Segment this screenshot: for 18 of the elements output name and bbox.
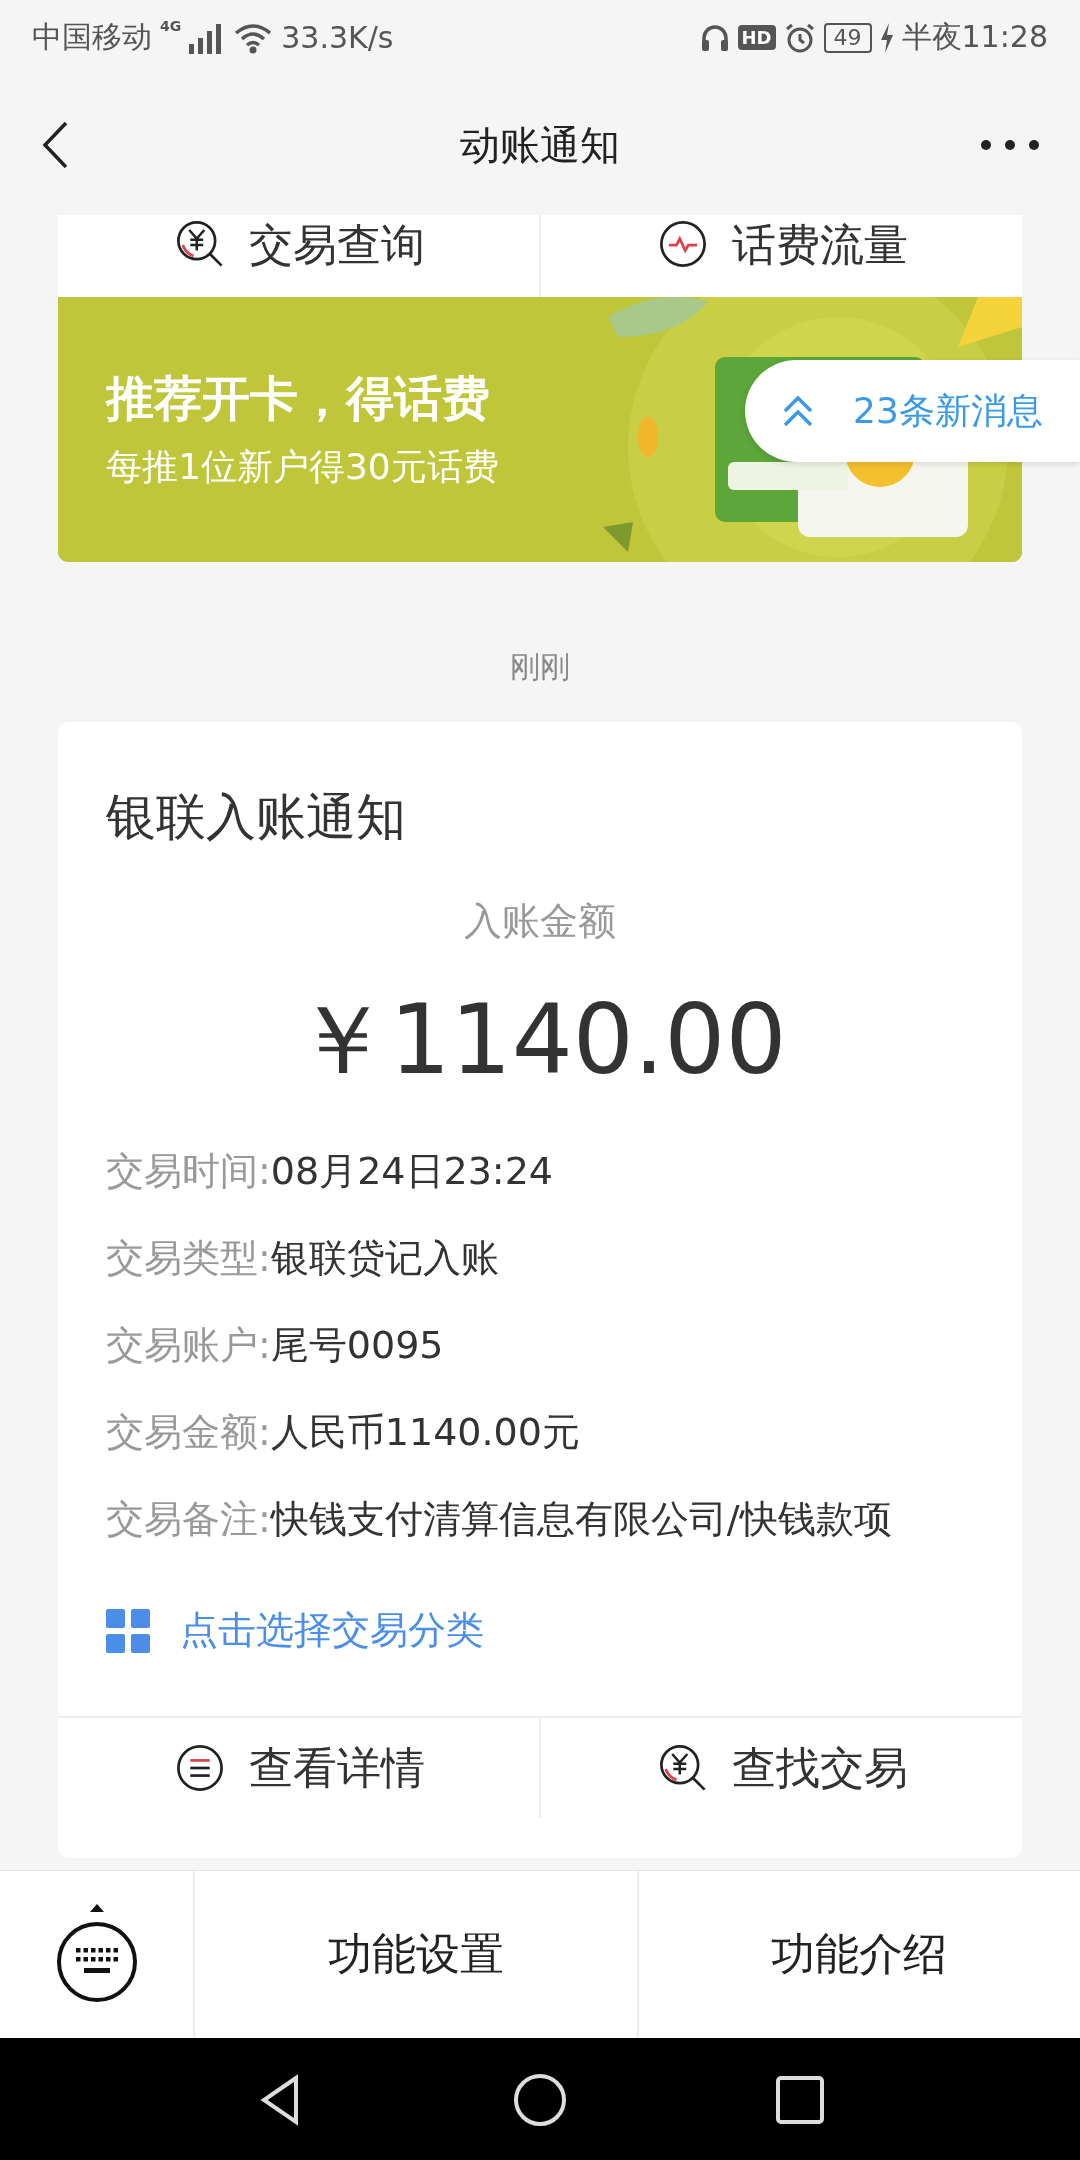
detail-row-text: 交易金额:人民币1140.00元 <box>106 1409 581 1456</box>
detail-row-text: 交易类型:银联贷记入账 <box>106 1235 500 1282</box>
amount-value: ￥1140.00 <box>292 983 788 1098</box>
banner-title: 推荐开卡，得话费 <box>106 369 491 428</box>
battery-level: 49 <box>823 22 872 53</box>
clock-time: 半夜11:28 <box>901 18 1048 56</box>
amount-label: 入账金额 <box>463 898 617 945</box>
network-speed: 33.3K/s <box>281 20 394 55</box>
carrier-name: 中国移动 <box>32 18 152 56</box>
card-title: 银联入账通知 <box>106 787 407 848</box>
network-type: 4G <box>160 18 182 34</box>
hd-icon: HD <box>737 25 776 50</box>
banner-subtitle: 每推1位新户得30元话费 <box>106 445 499 489</box>
page-title: 动账通知 <box>460 121 620 168</box>
detail-row-text: 交易账户:尾号0095 <box>106 1322 445 1369</box>
detail-row-text: 交易备注:快钱支付清算信息有限公司/快钱款项 <box>106 1496 893 1543</box>
detail-row-text: 交易时间:08月24日23:24 <box>106 1148 555 1195</box>
timestamp: 刚刚 <box>510 648 570 686</box>
